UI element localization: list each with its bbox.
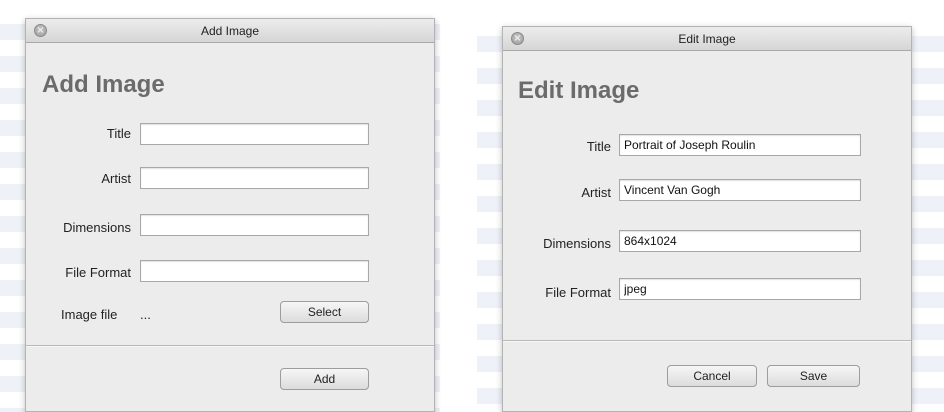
- artist-field[interactable]: [619, 179, 861, 201]
- dimensions-field[interactable]: [619, 230, 861, 252]
- title-field[interactable]: [140, 123, 369, 145]
- add-image-dialog: × Add Image Add Image Title Artist Dimen…: [25, 18, 435, 412]
- file-format-field[interactable]: [140, 260, 369, 282]
- window-title: Add Image: [200, 24, 260, 38]
- title-field[interactable]: [619, 134, 861, 156]
- artist-label: Artist: [581, 185, 611, 200]
- cancel-button[interactable]: Cancel: [667, 365, 757, 387]
- dimensions-label: Dimensions: [63, 220, 131, 235]
- page-title: Add Image: [42, 71, 165, 98]
- dimensions-label: Dimensions: [543, 236, 611, 251]
- add-dialog-titlebar[interactable]: × Add Image: [26, 19, 434, 43]
- file-format-field[interactable]: [619, 278, 861, 300]
- dimensions-field[interactable]: [140, 214, 369, 236]
- page-title: Edit Image: [518, 77, 640, 104]
- file-format-label: File Format: [65, 265, 131, 280]
- title-label: Title: [106, 126, 131, 141]
- window-title: Edit Image: [678, 32, 736, 46]
- image-file-value: ...: [140, 307, 151, 322]
- divider: [26, 345, 434, 346]
- edit-image-dialog: × Edit Image Edit Image Title Artist Dim…: [502, 26, 912, 412]
- select-button[interactable]: Select: [280, 301, 369, 323]
- file-format-label: File Format: [545, 285, 611, 300]
- save-button[interactable]: Save: [767, 365, 860, 387]
- add-button[interactable]: Add: [280, 368, 369, 390]
- artist-field[interactable]: [140, 167, 369, 189]
- edit-dialog-titlebar[interactable]: × Edit Image: [503, 27, 911, 51]
- image-file-label: Image file: [61, 307, 118, 322]
- title-label: Title: [586, 139, 611, 154]
- divider: [503, 340, 911, 341]
- artist-label: Artist: [101, 171, 131, 186]
